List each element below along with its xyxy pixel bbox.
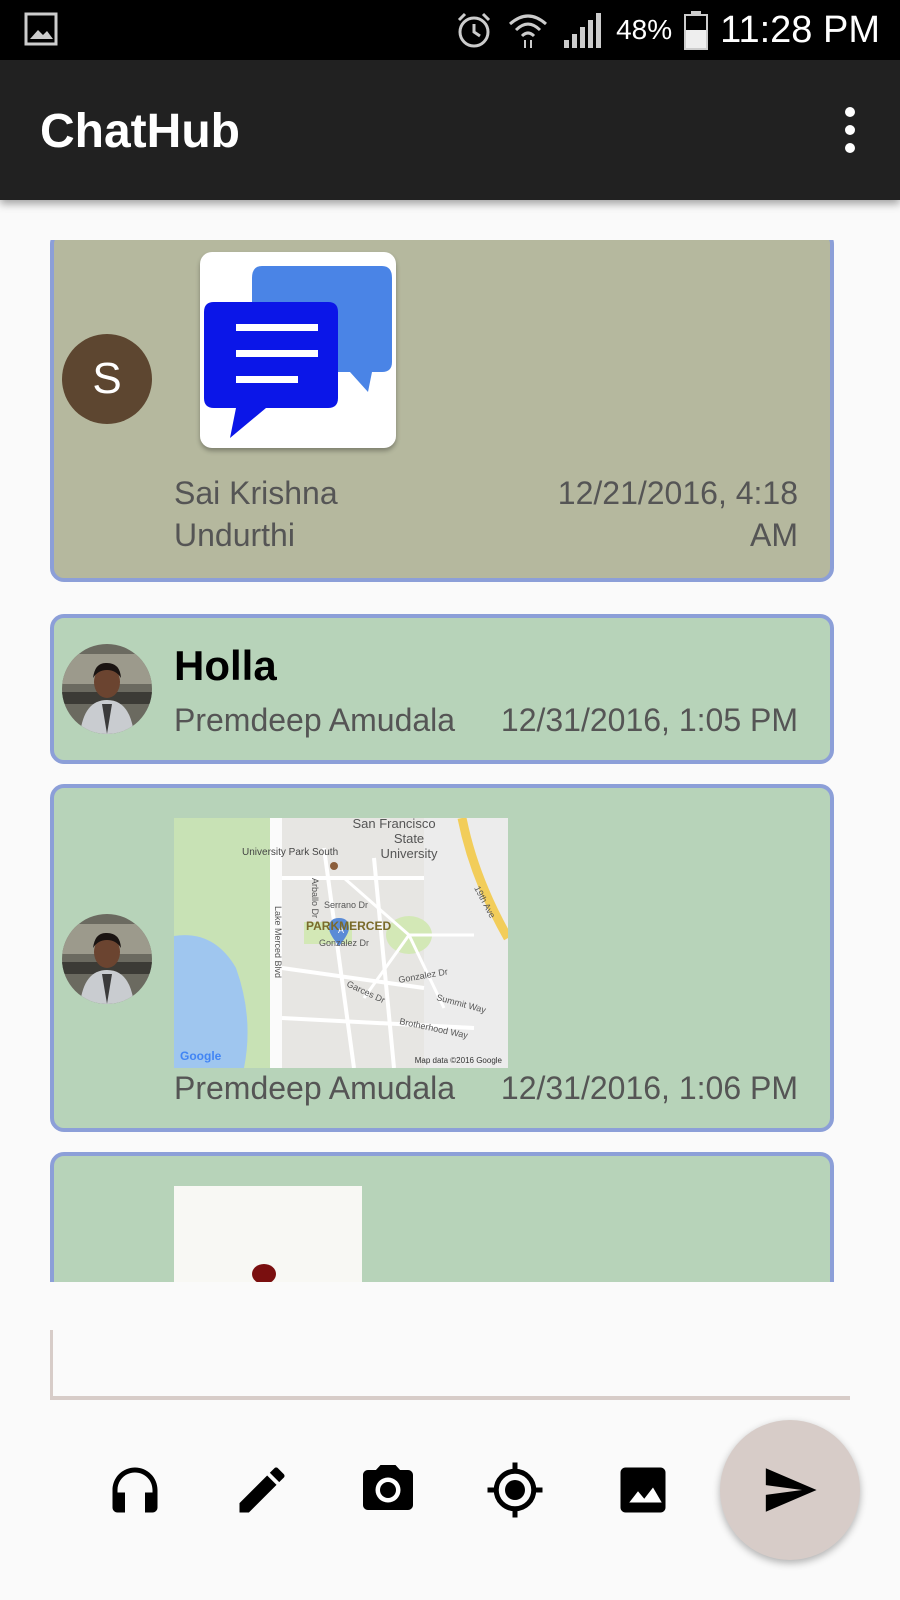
map-label: PARKMERCED [306,919,391,933]
map-label: Lake Merced Blvd [273,906,283,978]
profile-photo [62,644,152,734]
gallery-icon [24,12,58,46]
pin-icon [252,1264,276,1282]
message-card-image[interactable] [50,1152,834,1282]
message-time: 12/21/2016, 4:18 AM [557,475,798,553]
google-logo: Google [180,1049,222,1063]
chat-app-image[interactable] [200,252,396,448]
map-label: Gonzalez Dr [319,938,369,948]
message-card-image[interactable]: S Sai Krishna Undurthi 12/21/2016, 4:18 … [50,240,834,582]
message-time: 12/31/2016, 1:05 PM [500,702,798,738]
message-time: 12/31/2016, 1:06 PM [500,1070,798,1106]
map-thumbnail[interactable]: A San Francisco State University Univers… [174,818,508,1068]
headset-icon[interactable] [105,1460,165,1520]
avatar[interactable] [62,644,152,734]
message-card-text[interactable]: Holla Premdeep Amudala 12/31/2016, 1:05 … [50,614,834,764]
sender-name: Premdeep Amudala [174,1070,456,1106]
battery-icon [684,11,709,50]
sender-name: Premdeep Amudala [174,702,456,738]
image-icon[interactable] [613,1460,673,1520]
status-icons: 48% 11:28 PM [454,6,880,54]
message-card-map[interactable]: A San Francisco State University Univers… [50,784,834,1132]
map-label: University Park South [242,847,338,858]
profile-photo [62,914,152,1004]
message-input-field[interactable] [50,1330,850,1400]
location-icon[interactable] [485,1460,545,1520]
map-attribution: Map data ©2016 Google [415,1056,503,1065]
wifi-icon [509,14,548,48]
alarm-icon [458,12,491,48]
map-label: University [380,846,438,861]
map-label: Serrano Dr [324,900,368,910]
map-label: Arballo Dr [310,878,320,918]
clock: 11:28 PM [720,8,880,51]
chat-bubbles-icon [204,266,392,438]
camera-icon[interactable] [358,1460,418,1520]
signal-icon [564,13,602,48]
battery-percent: 48% [616,14,673,45]
pencil-icon[interactable] [232,1460,292,1520]
message-text: Holla [174,642,277,689]
app-title: ChatHub [40,105,240,158]
map-label: State [394,831,424,846]
image-thumbnail[interactable] [174,1186,362,1282]
sender-name: Sai Krishna Undurthi [174,475,338,553]
send-button[interactable] [720,1420,860,1560]
message-list[interactable]: S Sai Krishna Undurthi 12/21/2016, 4:18 … [0,240,900,1282]
status-bar: 48% 11:28 PM [0,0,900,60]
app-bar: ChatHub [0,60,900,200]
message-input[interactable] [53,1330,850,1396]
avatar[interactable] [62,914,152,1004]
map-label: San Francisco [352,818,435,831]
send-icon [765,1468,817,1512]
more-vert-icon[interactable] [838,106,862,154]
avatar[interactable]: S [62,334,152,424]
